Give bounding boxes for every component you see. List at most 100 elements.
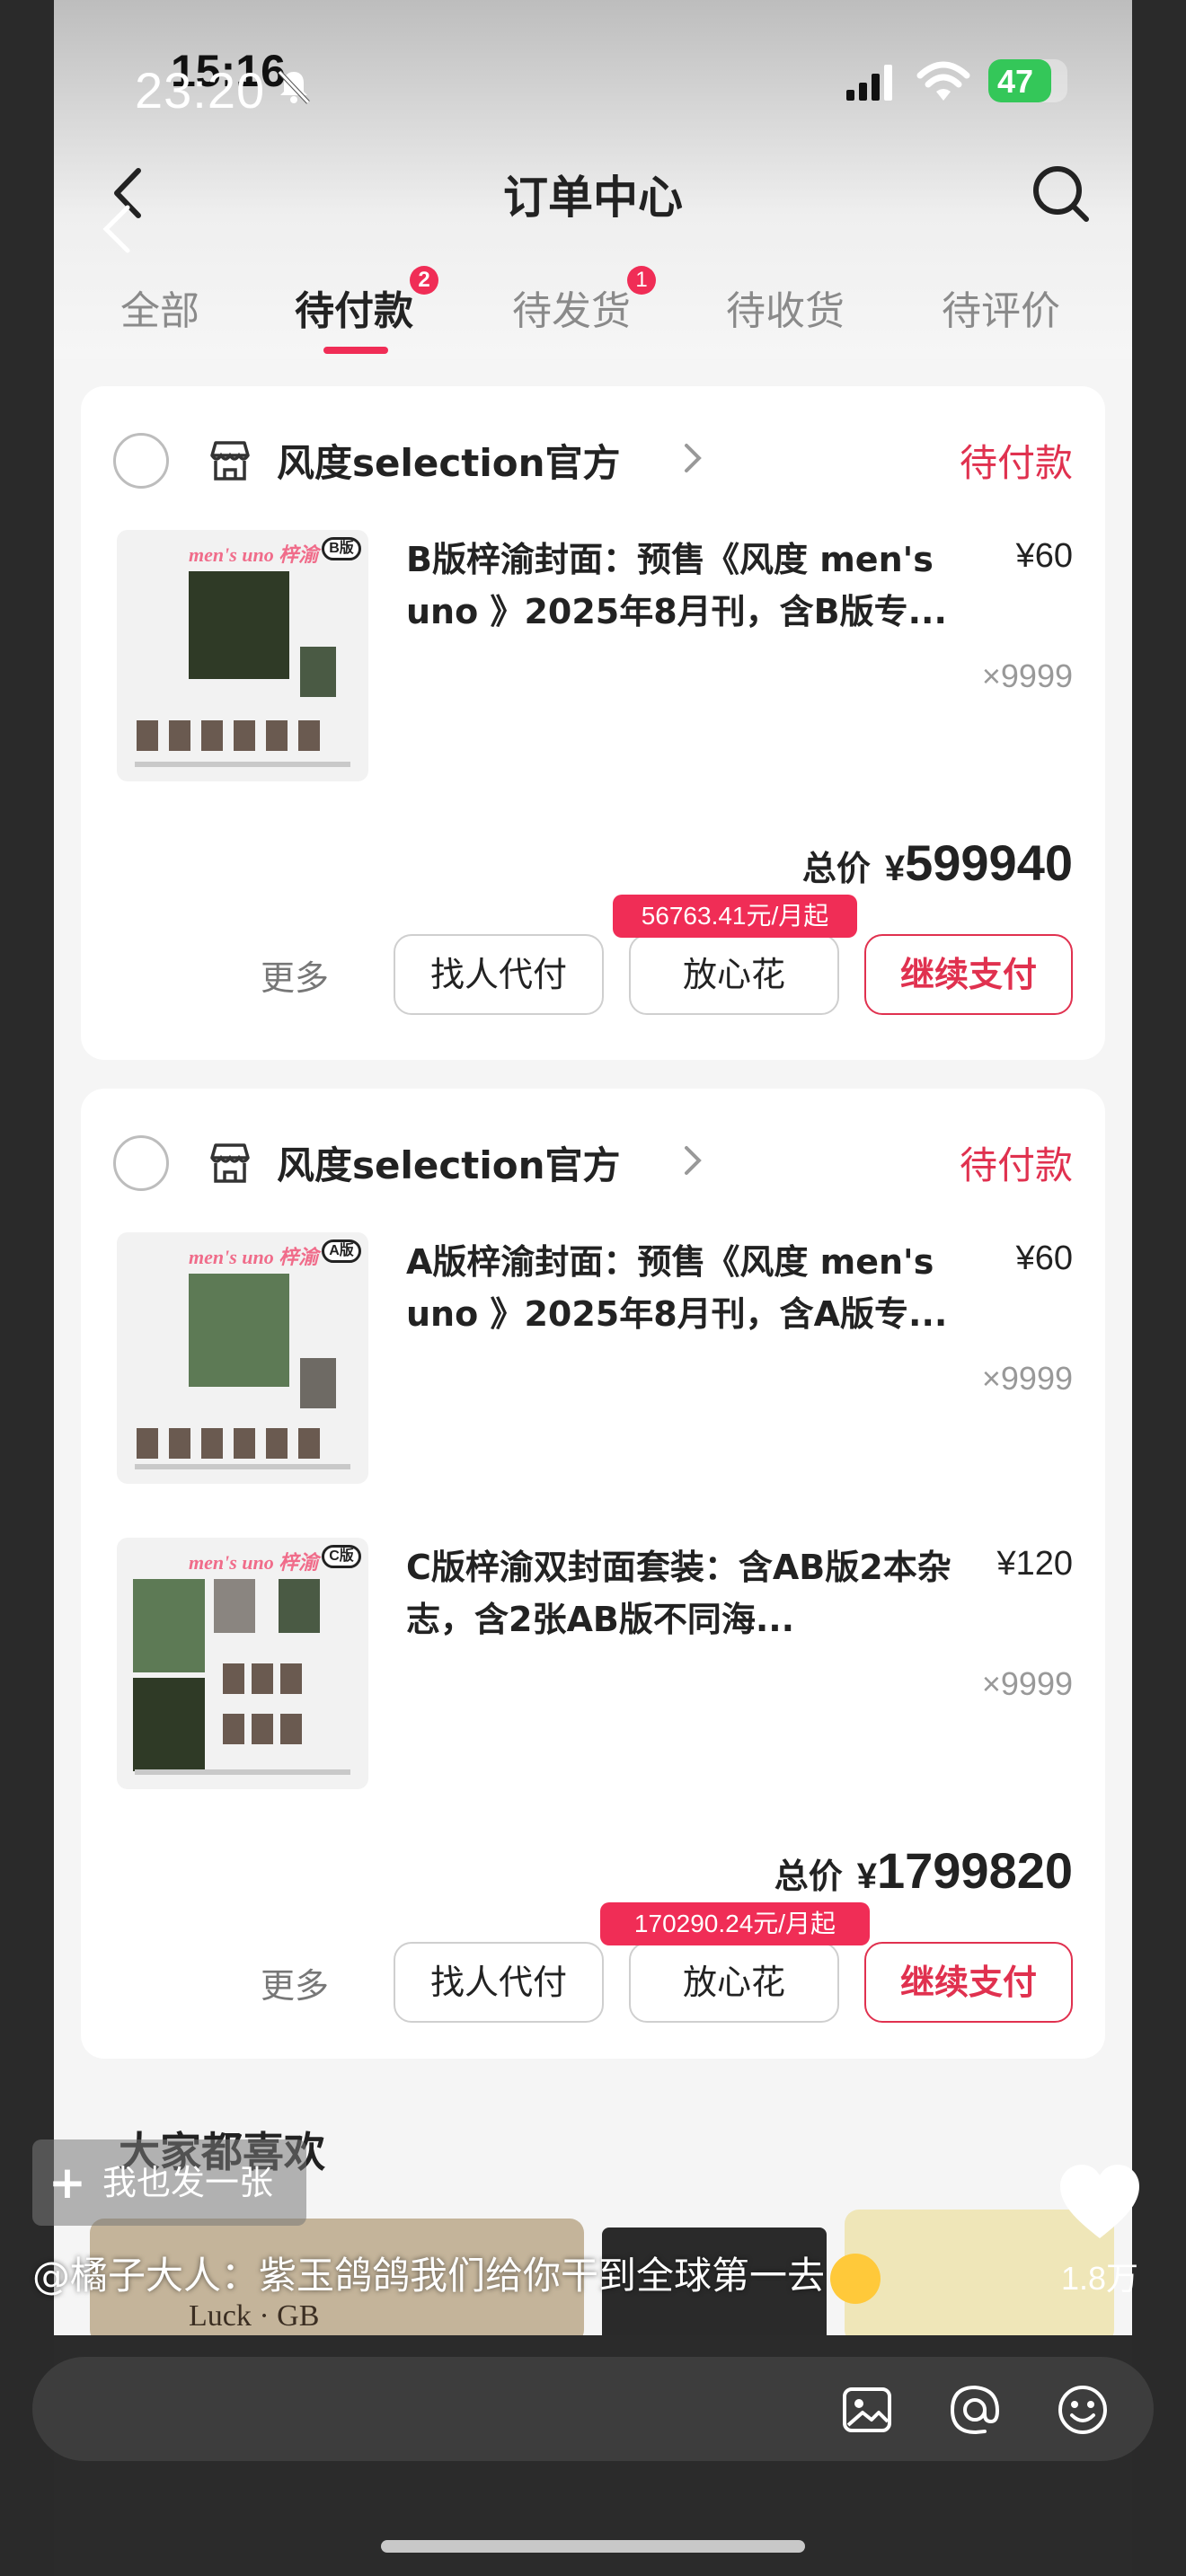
status-bar: 15:16 23:20 47	[54, 36, 1132, 135]
overlay-back-icon[interactable]	[99, 202, 135, 256]
proxy-pay-button[interactable]: 找人代付	[394, 934, 604, 1015]
photo-strip	[280, 1663, 302, 1694]
installment-button[interactable]: 放心花	[629, 1942, 839, 2023]
product-thumbnail[interactable]: men's uno 梓渝 B版	[117, 530, 368, 781]
continue-pay-button[interactable]: 继续支付	[864, 1942, 1073, 2023]
store-name[interactable]: 风度selection官方	[277, 433, 621, 488]
photo-strip	[201, 720, 223, 751]
product-quantity: ×9999	[981, 1665, 1073, 1702]
order-card: 风度selection官方 待付款 men's uno 梓渝 B版 B版梓渝封面…	[81, 386, 1105, 1060]
more-button[interactable]: 更多	[261, 950, 329, 1000]
more-button[interactable]: 更多	[261, 1958, 329, 2007]
tab-pending-review[interactable]: 待评价	[942, 278, 1060, 336]
home-indicator	[381, 2540, 805, 2553]
thumb-version-badge: B版	[322, 537, 361, 560]
photo-strip	[234, 1428, 255, 1459]
product-quantity: ×9999	[981, 657, 1073, 694]
product-price: ¥120	[996, 1545, 1073, 1583]
product-title[interactable]: B版梓渝封面：预售《风度 men's uno 》2025年8月刊，含B版专...	[406, 534, 972, 638]
order-select-checkbox[interactable]	[113, 433, 169, 489]
recommend-image-text: Luck · GB	[189, 2299, 320, 2333]
order-status: 待付款	[959, 441, 1073, 485]
tab-underline	[323, 347, 388, 354]
thumb-caption	[135, 762, 350, 767]
hug-emoji-icon	[830, 2253, 881, 2304]
tab-label: 待付款	[295, 288, 413, 334]
emoji-icon[interactable]	[1057, 2384, 1109, 2436]
danmaku-comment: @橘子大人：紫玉鸽鸽我们给你干到全球第一去	[32, 2245, 881, 2304]
product-price: ¥60	[1015, 1239, 1073, 1277]
product-thumbnail[interactable]: men's uno 梓渝 A版	[117, 1232, 368, 1484]
photo-strip	[137, 720, 158, 751]
photo-strip	[137, 1428, 158, 1459]
tab-pending-receipt[interactable]: 待收货	[726, 278, 845, 336]
comment-text: @橘子大人：紫玉鸽鸽我们给你干到全球第一去	[32, 2254, 826, 2298]
tab-badge: 1	[627, 266, 656, 295]
continue-pay-button[interactable]: 继续支付	[864, 934, 1073, 1015]
order-status: 待付款	[959, 1143, 1073, 1187]
thumb-brand: men's uno 梓渝	[189, 1551, 319, 1574]
like-count: 1.8万	[1060, 2260, 1139, 2297]
total-amount: 1799820	[876, 1842, 1073, 1899]
tab-label: 待评价	[942, 288, 1060, 334]
product-title[interactable]: A版梓渝封面：预售《风度 men's uno 》2025年8月刊，含A版专...	[406, 1236, 972, 1340]
photo-strip	[298, 720, 320, 751]
photo-card	[214, 1579, 255, 1633]
product-quantity: ×9999	[981, 1360, 1073, 1397]
tab-pending-payment[interactable]: 待付款 2	[295, 266, 438, 336]
proxy-pay-button[interactable]: 找人代付	[394, 1942, 604, 2023]
at-icon[interactable]	[949, 2384, 1001, 2436]
tab-pending-shipment[interactable]: 待发货 1	[512, 266, 656, 336]
plus-icon: +	[49, 2157, 86, 2209]
order-card: 风度selection官方 待付款 men's uno 梓渝 A版 A版梓渝封面…	[81, 1089, 1105, 2059]
battery-level: 47	[997, 63, 1034, 100]
search-icon[interactable]	[1029, 162, 1092, 225]
chevron-right-icon	[685, 1146, 702, 1175]
total-label: 总价	[801, 849, 871, 888]
order-select-checkbox[interactable]	[113, 1135, 169, 1191]
installment-tag: 170290.24元/月起	[600, 1902, 870, 1945]
product-thumbnail[interactable]: men's uno 梓渝 C版	[117, 1538, 368, 1789]
signal-icon	[846, 65, 892, 101]
photo-strip	[223, 1714, 244, 1744]
total-label: 总价	[774, 1857, 843, 1896]
photo-strip	[234, 720, 255, 751]
photo-strip	[201, 1428, 223, 1459]
tab-all[interactable]: 全部	[120, 278, 199, 336]
heart-icon[interactable]	[1057, 2163, 1143, 2242]
installment-button[interactable]: 放心花	[629, 934, 839, 1015]
photo-strip	[298, 1428, 320, 1459]
image-icon[interactable]	[841, 2384, 893, 2436]
store-icon	[210, 441, 250, 481]
magazine-cover	[189, 571, 289, 679]
comment-input-bar[interactable]	[32, 2357, 1154, 2461]
status-time-current: 23:20	[135, 62, 266, 119]
total-currency: ¥	[884, 849, 906, 888]
bell-off-icon	[278, 70, 310, 104]
tab-badge: 2	[410, 266, 438, 295]
photo-card	[300, 1358, 336, 1408]
store-name[interactable]: 风度selection官方	[277, 1135, 621, 1190]
order-tabs: 全部 待付款 2 待发货 1 待收货 待评价	[54, 266, 1132, 359]
order-total: 总价 ¥599940	[802, 834, 1073, 892]
wifi-icon	[916, 61, 970, 101]
thumb-caption	[135, 1464, 350, 1469]
magazine-cover	[189, 1274, 289, 1387]
tab-label: 待发货	[512, 288, 631, 334]
photo-strip	[169, 1428, 190, 1459]
thumb-version-badge: C版	[322, 1545, 361, 1568]
battery-indicator: 47	[988, 59, 1067, 102]
photo-card	[300, 647, 336, 697]
post-also-button[interactable]: + 我也发一张	[32, 2139, 306, 2226]
photo-strip	[266, 1428, 288, 1459]
product-price: ¥60	[1015, 537, 1073, 575]
thumb-version-badge: A版	[322, 1239, 361, 1263]
photo-strip	[223, 1663, 244, 1694]
product-title[interactable]: C版梓渝双封面套装：含AB版2本杂志，含2张AB版不同海...	[406, 1541, 972, 1645]
thumb-caption	[135, 1769, 350, 1775]
nav-bar: 订单中心	[54, 144, 1132, 243]
tab-label: 全部	[120, 288, 199, 334]
magazine-cover	[133, 1579, 205, 1672]
thumb-brand: men's uno 梓渝	[189, 543, 319, 566]
page-title: 订单中心	[503, 172, 683, 224]
